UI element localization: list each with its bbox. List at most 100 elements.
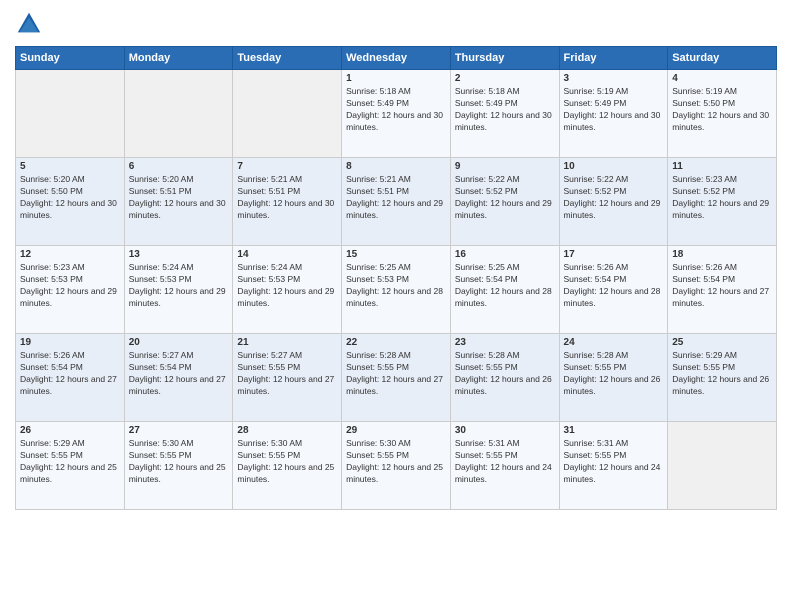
- day-info: Sunrise: 5:30 AM Sunset: 5:55 PM Dayligh…: [237, 438, 337, 486]
- logo: [15, 10, 47, 38]
- day-info: Sunrise: 5:25 AM Sunset: 5:53 PM Dayligh…: [346, 262, 446, 310]
- day-info: Sunrise: 5:26 AM Sunset: 5:54 PM Dayligh…: [564, 262, 664, 310]
- calendar-week-row: 12 Sunrise: 5:23 AM Sunset: 5:53 PM Dayli…: [16, 246, 777, 334]
- logo-icon: [15, 10, 43, 38]
- calendar-cell: 19 Sunrise: 5:26 AM Sunset: 5:54 PM Dayli…: [16, 334, 125, 422]
- day-number: 28: [237, 425, 337, 436]
- day-number: 5: [20, 161, 120, 172]
- day-number: 29: [346, 425, 446, 436]
- day-number: 19: [20, 337, 120, 348]
- header-cell-sunday: Sunday: [16, 47, 125, 70]
- day-info: Sunrise: 5:23 AM Sunset: 5:53 PM Dayligh…: [20, 262, 120, 310]
- calendar-cell: 17 Sunrise: 5:26 AM Sunset: 5:54 PM Dayli…: [559, 246, 668, 334]
- calendar-cell: 25Sunrise: 5:29 AM Sunset: 5:55 PM Dayli…: [668, 334, 777, 422]
- calendar-cell: 16Sunrise: 5:25 AM Sunset: 5:54 PM Dayli…: [450, 246, 559, 334]
- calendar-cell: 9 Sunrise: 5:22 AM Sunset: 5:52 PM Daylig…: [450, 158, 559, 246]
- day-number: 18: [672, 249, 772, 260]
- day-number: 3: [564, 73, 664, 84]
- day-info: Sunrise: 5:24 AM Sunset: 5:53 PM Dayligh…: [237, 262, 337, 310]
- calendar-week-row: 1 Sunrise: 5:18 AM Sunset: 5:49 PM Daylig…: [16, 70, 777, 158]
- day-number: 26: [20, 425, 120, 436]
- calendar-table: SundayMondayTuesdayWednesdayThursdayFrid…: [15, 46, 777, 510]
- day-info: Sunrise: 5:26 AM Sunset: 5:54 PM Dayligh…: [20, 350, 120, 398]
- calendar-cell: 27 Sunrise: 5:30 AM Sunset: 5:55 PM Dayli…: [124, 422, 233, 510]
- day-info: Sunrise: 5:22 AM Sunset: 5:52 PM Dayligh…: [455, 174, 555, 222]
- day-number: 14: [237, 249, 337, 260]
- day-info: Sunrise: 5:21 AM Sunset: 5:51 PM Dayligh…: [346, 174, 446, 222]
- header-cell-friday: Friday: [559, 47, 668, 70]
- calendar-cell: [16, 70, 125, 158]
- day-number: 24: [564, 337, 664, 348]
- day-info: Sunrise: 5:19 AM Sunset: 5:50 PM Dayligh…: [672, 86, 772, 134]
- calendar-week-row: 26 Sunrise: 5:29 AM Sunset: 5:55 PM Dayli…: [16, 422, 777, 510]
- calendar-cell: 12 Sunrise: 5:23 AM Sunset: 5:53 PM Dayli…: [16, 246, 125, 334]
- day-number: 27: [129, 425, 229, 436]
- day-number: 7: [237, 161, 337, 172]
- calendar-cell: [233, 70, 342, 158]
- calendar-cell: 21 Sunrise: 5:27 AM Sunset: 5:55 PM Dayli…: [233, 334, 342, 422]
- day-info: Sunrise: 5:31 AM Sunset: 5:55 PM Dayligh…: [455, 438, 555, 486]
- day-info: Sunrise: 5:27 AM Sunset: 5:54 PM Dayligh…: [129, 350, 229, 398]
- header-cell-monday: Monday: [124, 47, 233, 70]
- day-number: 8: [346, 161, 446, 172]
- day-number: 12: [20, 249, 120, 260]
- day-number: 4: [672, 73, 772, 84]
- day-info: Sunrise: 5:26 AM Sunset: 5:54 PM Dayligh…: [672, 262, 772, 310]
- calendar-cell: [124, 70, 233, 158]
- calendar-cell: 29 Sunrise: 5:30 AM Sunset: 5:55 PM Dayli…: [342, 422, 451, 510]
- header-cell-saturday: Saturday: [668, 47, 777, 70]
- calendar-cell: 18 Sunrise: 5:26 AM Sunset: 5:54 PM Dayli…: [668, 246, 777, 334]
- header-cell-tuesday: Tuesday: [233, 47, 342, 70]
- day-number: 15: [346, 249, 446, 260]
- calendar-cell: 28 Sunrise: 5:30 AM Sunset: 5:55 PM Dayli…: [233, 422, 342, 510]
- day-info: Sunrise: 5:20 AM Sunset: 5:51 PM Dayligh…: [129, 174, 229, 222]
- calendar-cell: 1 Sunrise: 5:18 AM Sunset: 5:49 PM Daylig…: [342, 70, 451, 158]
- calendar-cell: 5 Sunrise: 5:20 AM Sunset: 5:50 PM Daylig…: [16, 158, 125, 246]
- day-number: 25: [672, 337, 772, 348]
- calendar-week-row: 5 Sunrise: 5:20 AM Sunset: 5:50 PM Daylig…: [16, 158, 777, 246]
- header-cell-thursday: Thursday: [450, 47, 559, 70]
- calendar-cell: 30 Sunrise: 5:31 AM Sunset: 5:55 PM Dayli…: [450, 422, 559, 510]
- day-info: Sunrise: 5:29 AM Sunset: 5:55 PM Dayligh…: [20, 438, 120, 486]
- day-info: Sunrise: 5:28 AM Sunset: 5:55 PM Dayligh…: [564, 350, 664, 398]
- calendar-cell: 24 Sunrise: 5:28 AM Sunset: 5:55 PM Dayli…: [559, 334, 668, 422]
- calendar-cell: 14 Sunrise: 5:24 AM Sunset: 5:53 PM Dayli…: [233, 246, 342, 334]
- calendar-cell: 2 Sunrise: 5:18 AM Sunset: 5:49 PM Daylig…: [450, 70, 559, 158]
- calendar-cell: [668, 422, 777, 510]
- header-row: SundayMondayTuesdayWednesdayThursdayFrid…: [16, 47, 777, 70]
- day-number: 20: [129, 337, 229, 348]
- day-info: Sunrise: 5:30 AM Sunset: 5:55 PM Dayligh…: [346, 438, 446, 486]
- day-number: 13: [129, 249, 229, 260]
- header: [15, 10, 777, 38]
- day-info: Sunrise: 5:30 AM Sunset: 5:55 PM Dayligh…: [129, 438, 229, 486]
- day-info: Sunrise: 5:18 AM Sunset: 5:49 PM Dayligh…: [455, 86, 555, 134]
- day-number: 21: [237, 337, 337, 348]
- day-number: 6: [129, 161, 229, 172]
- calendar-cell: 8 Sunrise: 5:21 AM Sunset: 5:51 PM Daylig…: [342, 158, 451, 246]
- day-number: 9: [455, 161, 555, 172]
- day-number: 31: [564, 425, 664, 436]
- calendar-cell: 15 Sunrise: 5:25 AM Sunset: 5:53 PM Dayli…: [342, 246, 451, 334]
- day-info: Sunrise: 5:21 AM Sunset: 5:51 PM Dayligh…: [237, 174, 337, 222]
- day-info: Sunrise: 5:31 AM Sunset: 5:55 PM Dayligh…: [564, 438, 664, 486]
- day-info: Sunrise: 5:19 AM Sunset: 5:49 PM Dayligh…: [564, 86, 664, 134]
- calendar-cell: 4 Sunrise: 5:19 AM Sunset: 5:50 PM Daylig…: [668, 70, 777, 158]
- header-cell-wednesday: Wednesday: [342, 47, 451, 70]
- day-info: Sunrise: 5:25 AM Sunset: 5:54 PM Dayligh…: [455, 262, 555, 310]
- day-number: 10: [564, 161, 664, 172]
- day-info: Sunrise: 5:18 AM Sunset: 5:49 PM Dayligh…: [346, 86, 446, 134]
- day-number: 1: [346, 73, 446, 84]
- day-number: 2: [455, 73, 555, 84]
- calendar-cell: 13Sunrise: 5:24 AM Sunset: 5:53 PM Dayli…: [124, 246, 233, 334]
- day-info: Sunrise: 5:23 AM Sunset: 5:52 PM Dayligh…: [672, 174, 772, 222]
- day-info: Sunrise: 5:27 AM Sunset: 5:55 PM Dayligh…: [237, 350, 337, 398]
- day-info: Sunrise: 5:22 AM Sunset: 5:52 PM Dayligh…: [564, 174, 664, 222]
- calendar-cell: 26 Sunrise: 5:29 AM Sunset: 5:55 PM Dayli…: [16, 422, 125, 510]
- calendar-cell: 10 Sunrise: 5:22 AM Sunset: 5:52 PM Dayli…: [559, 158, 668, 246]
- day-number: 22: [346, 337, 446, 348]
- calendar-cell: 11Sunrise: 5:23 AM Sunset: 5:52 PM Dayli…: [668, 158, 777, 246]
- day-number: 30: [455, 425, 555, 436]
- day-info: Sunrise: 5:20 AM Sunset: 5:50 PM Dayligh…: [20, 174, 120, 222]
- day-number: 17: [564, 249, 664, 260]
- calendar-cell: 20 Sunrise: 5:27 AM Sunset: 5:54 PM Dayli…: [124, 334, 233, 422]
